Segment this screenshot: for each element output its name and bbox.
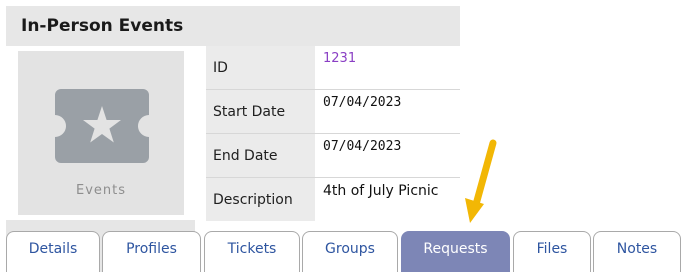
field-value-end-date: 07/04/2023 <box>316 134 460 177</box>
thumbnail-column: Events <box>6 46 206 220</box>
tab-tickets[interactable]: Tickets <box>204 231 300 272</box>
event-thumbnail: Events <box>18 51 184 215</box>
ticket-star-icon <box>55 89 149 163</box>
tab-files[interactable]: Files <box>513 231 591 272</box>
tab-bar: Details Profiles Tickets Groups Requests… <box>0 231 691 272</box>
thumbnail-label: Events <box>75 183 126 198</box>
panel-title: In-Person Events <box>21 16 184 36</box>
pointer-arrow-icon <box>465 139 497 223</box>
field-value-start-date: 07/04/2023 <box>316 90 460 133</box>
field-label-id: ID <box>206 46 315 89</box>
field-row-id: ID 1231 <box>206 46 460 89</box>
event-card: In-Person Events Events ID 1231 Start Da… <box>6 6 460 221</box>
field-row-end-date: End Date 07/04/2023 <box>206 134 460 177</box>
field-label-start-date: Start Date <box>206 90 315 133</box>
field-label-description: Description <box>206 178 315 221</box>
details-table: ID 1231 Start Date 07/04/2023 End Date 0… <box>206 46 460 221</box>
tab-profiles[interactable]: Profiles <box>102 231 201 272</box>
page: In-Person Events Events ID 1231 Start Da… <box>0 0 691 272</box>
field-value-id[interactable]: 1231 <box>316 46 460 89</box>
tab-requests[interactable]: Requests <box>401 231 510 272</box>
field-label-end-date: End Date <box>206 134 315 177</box>
field-row-description: Description 4th of July Picnic <box>206 178 460 221</box>
field-value-description: 4th of July Picnic <box>316 178 460 221</box>
tab-notes[interactable]: Notes <box>593 231 681 272</box>
tab-groups[interactable]: Groups <box>302 231 398 272</box>
tab-details[interactable]: Details <box>6 231 100 272</box>
field-row-start-date: Start Date 07/04/2023 <box>206 90 460 133</box>
card-body: Events ID 1231 Start Date 07/04/2023 End… <box>6 46 460 221</box>
card-header: In-Person Events <box>6 6 460 46</box>
